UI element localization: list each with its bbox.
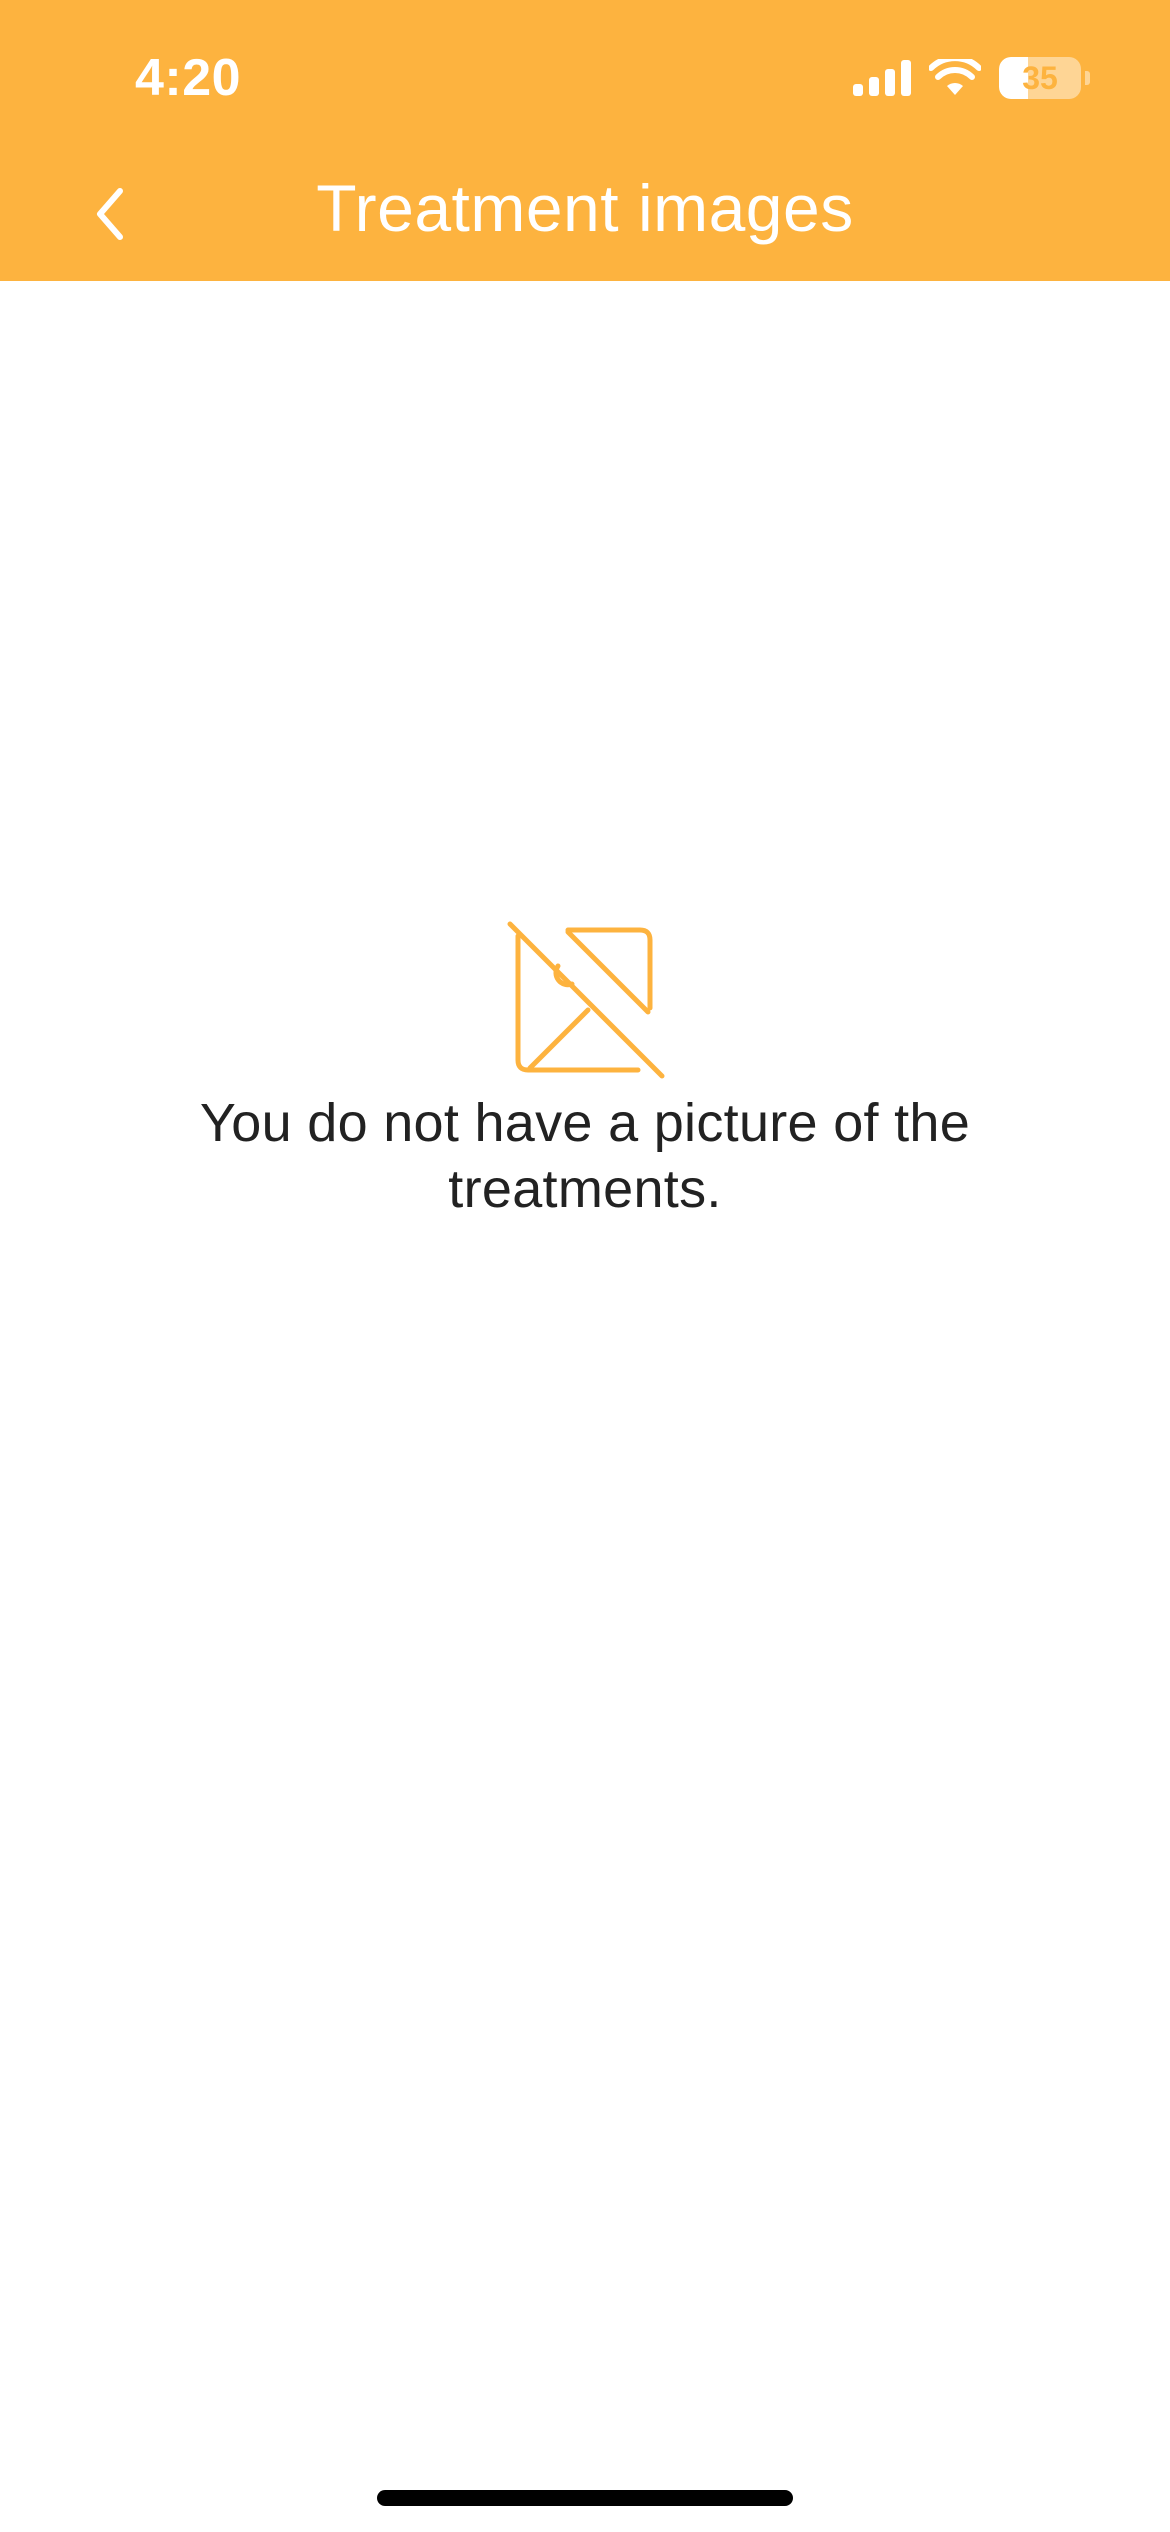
status-time: 4:20 [135,49,242,107]
empty-state-message: You do not have a picture of the treatme… [199,1093,971,1219]
nav-bar: Treatment images [0,150,1170,274]
wifi-icon [929,59,981,95]
status-icons: 35 [853,56,1090,100]
empty-state: You do not have a picture of the treatme… [0,920,1170,1222]
app-header: 4:20 35 Treatment images [0,0,1170,281]
battery-icon: 35 [999,57,1081,99]
no-image-icon [507,921,665,1079]
battery-nub [1085,71,1090,85]
battery-level: 35 [1022,59,1058,96]
home-indicator[interactable] [377,2490,793,2506]
page-title: Treatment images [316,171,854,245]
signal-icon [853,60,911,96]
treatment-images-screen: 4:20 35 Treatment images You do not have… [0,0,1170,2532]
